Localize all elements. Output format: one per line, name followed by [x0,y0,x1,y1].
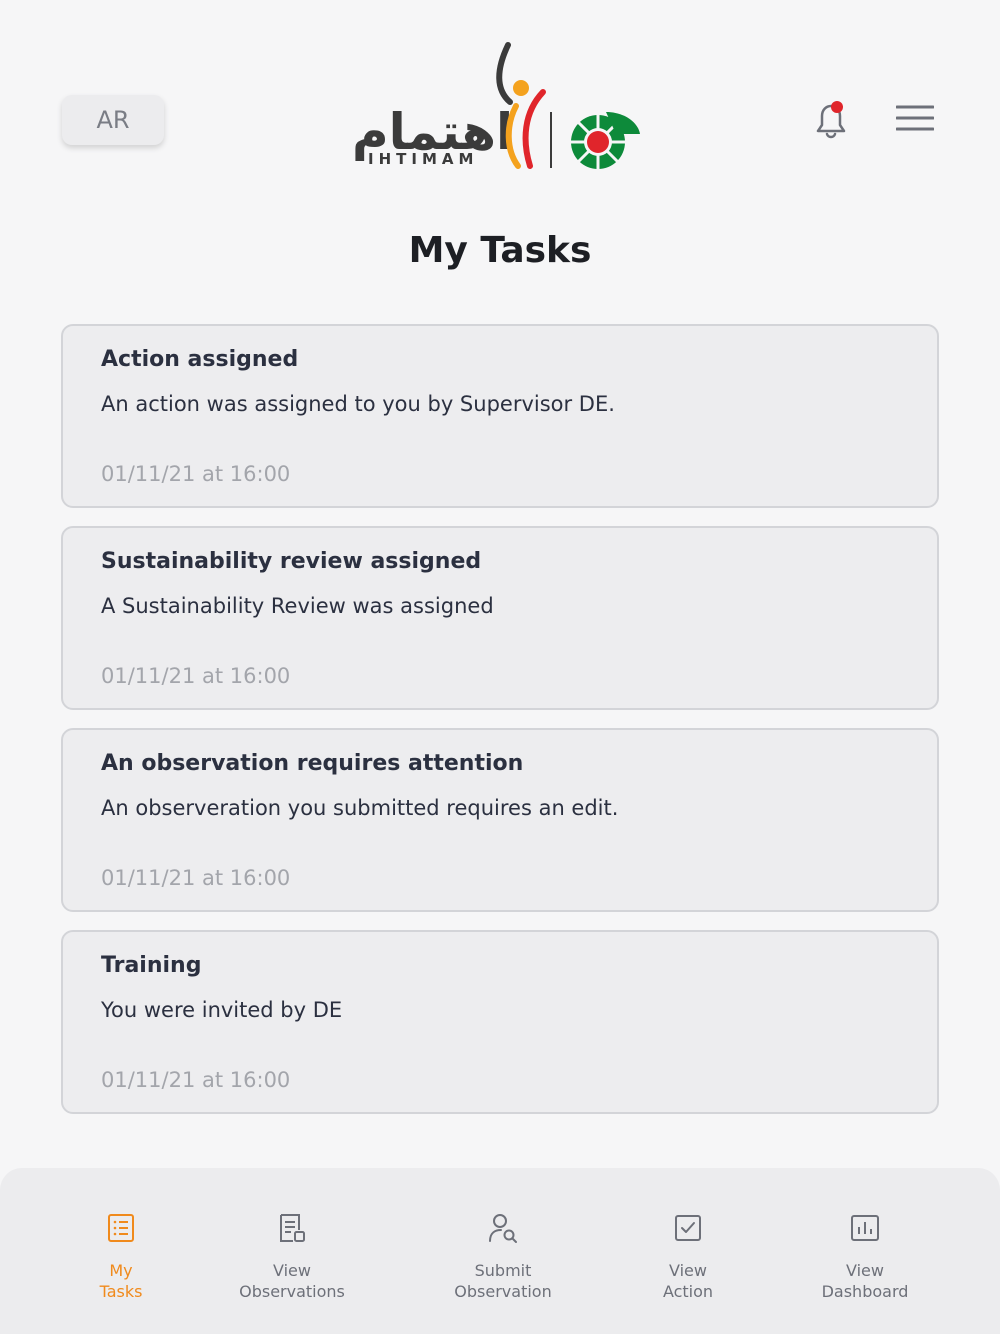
language-toggle-button[interactable]: AR [62,95,164,145]
user-search-icon [489,1214,517,1243]
document-icon [280,1214,305,1242]
app-header: AR اهتمام IHTIMAM [0,0,1000,200]
nav-label: View Dashboard [821,1261,909,1301]
task-description: An observeration you submitted requires … [101,796,619,820]
task-timestamp: 01/11/21 at 16:00 [101,664,291,688]
task-title: Training [101,953,202,978]
page-title: My Tasks [408,230,592,271]
ihtimam-logo: اهتمام IHTIMAM [348,40,648,175]
nav-view-observations[interactable]: View Observations [212,1212,372,1302]
task-title: Sustainability review assigned [101,549,482,574]
nav-view-action[interactable]: View Action [608,1212,768,1302]
task-title: An observation requires attention [101,751,524,776]
task-title: Action assigned [101,347,299,372]
task-list: Action assigned An action was assigned t… [61,324,939,1132]
logo-figure-icon [496,42,546,169]
task-timestamp: 01/11/21 at 16:00 [101,866,291,890]
nav-submit-observation[interactable]: Submit Observation [423,1212,583,1302]
hamburger-menu-icon[interactable] [896,104,934,132]
logo-latin-text: IHTIMAM [368,150,479,168]
list-icon [108,1214,134,1242]
task-description: A Sustainability Review was assigned [101,594,494,618]
bottom-navigation: My Tasks View Observations Submit Observ… [0,1168,1000,1334]
task-timestamp: 01/11/21 at 16:00 [101,1068,291,1092]
task-timestamp: 01/11/21 at 16:00 [101,462,291,486]
task-card[interactable]: An observation requires attention An obs… [61,728,939,912]
task-description: You were invited by DE [101,998,343,1022]
logo-divider [550,112,552,168]
nav-label: My Tasks [99,1261,143,1301]
task-card[interactable]: Training You were invited by DE 01/11/21… [61,930,939,1114]
task-description: An action was assigned to you by Supervi… [101,392,615,416]
task-card[interactable]: Sustainability review assigned A Sustain… [61,526,939,710]
task-card[interactable]: Action assigned An action was assigned t… [61,324,939,508]
nav-label: Submit Observation [454,1261,552,1301]
logo-emblem-icon [570,112,640,170]
notification-bell-icon[interactable] [810,100,852,140]
bar-chart-icon [851,1215,879,1241]
nav-label: View Action [662,1261,714,1301]
nav-view-dashboard[interactable]: View Dashboard [785,1212,945,1302]
checkbox-icon [675,1215,701,1241]
nav-my-tasks[interactable]: My Tasks [41,1212,201,1302]
nav-label: View Observations [239,1261,345,1301]
